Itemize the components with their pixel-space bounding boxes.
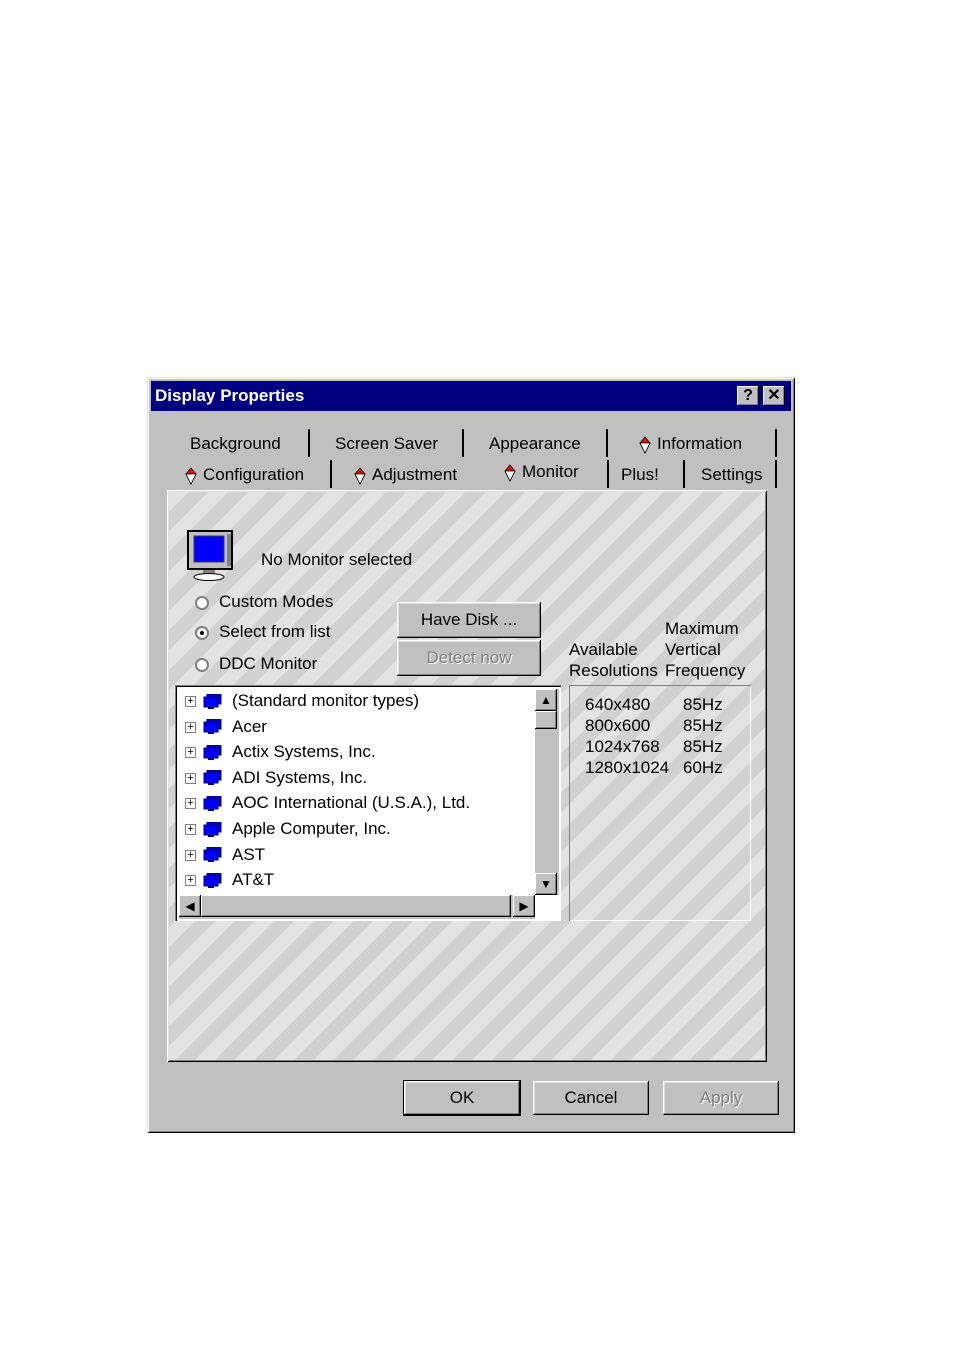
expand-icon[interactable]: + xyxy=(185,875,196,887)
tab-settings[interactable]: Settings xyxy=(701,460,762,490)
window-title: Display Properties xyxy=(155,386,305,405)
monitor-tab-panel: No Monitor selected Custom Modes Select … xyxy=(167,490,767,1062)
tab-divider xyxy=(607,460,609,488)
scroll-down-button[interactable]: ▼ xyxy=(535,873,557,895)
scroll-left-button[interactable]: ◀ xyxy=(179,895,201,917)
expand-icon[interactable]: + xyxy=(185,696,196,708)
list-item-label: AST xyxy=(232,844,266,864)
list-item-label: AT&T xyxy=(232,870,275,890)
scroll-thumb[interactable] xyxy=(535,711,557,729)
radio-ddc-monitor[interactable] xyxy=(195,658,209,672)
scroll-up-button[interactable]: ▲ xyxy=(535,689,557,711)
frequency-value: 85Hz xyxy=(683,737,723,756)
monitor-folder-icon xyxy=(203,770,222,786)
tab-divider xyxy=(606,429,608,457)
frequency-value: 85Hz xyxy=(683,695,723,714)
monitor-folder-icon xyxy=(203,719,222,735)
scroll-right-button[interactable]: ▶ xyxy=(513,895,535,917)
diamond-icon xyxy=(185,466,197,485)
expand-icon[interactable]: + xyxy=(185,798,196,810)
list-item-label: ADI Systems, Inc. xyxy=(232,767,368,787)
scroll-thumb-horizontal[interactable] xyxy=(201,895,511,917)
display-properties-dialog: Display Properties ? ✕ Background Screen… xyxy=(147,377,795,1133)
list-item-label: (Standard monitor types) xyxy=(232,691,420,710)
monitor-icon xyxy=(187,530,233,581)
expand-icon[interactable]: + xyxy=(185,721,196,733)
tab-background[interactable]: Background xyxy=(190,429,281,459)
detect-now-button[interactable]: Detect now xyxy=(397,640,541,676)
radio-select-from-list[interactable] xyxy=(195,626,209,640)
expand-icon[interactable]: + xyxy=(185,772,196,784)
expand-icon[interactable]: + xyxy=(185,747,196,759)
cancel-button[interactable]: Cancel xyxy=(533,1081,649,1115)
frequency-value: 85Hz xyxy=(683,716,723,735)
tab-divider xyxy=(462,429,464,457)
tab-divider xyxy=(775,429,777,457)
monitor-list[interactable]: + (Standard monitor types) + Acer + Actix Sys… xyxy=(175,685,561,921)
list-item-label: AOC International (U.S.A.), Ltd. xyxy=(232,793,471,813)
res-header-available: Available xyxy=(569,640,638,659)
tab-plus[interactable]: Plus! xyxy=(621,460,659,490)
tab-configuration-label: Configuration xyxy=(203,465,305,484)
list-item[interactable]: + AOC International (U.S.A.), Ltd. xyxy=(185,791,470,815)
list-item[interactable]: + (Standard monitor types) xyxy=(185,689,419,713)
list-item[interactable]: + Actix Systems, Inc. xyxy=(185,740,376,764)
tab-adjustment-label: Adjustment xyxy=(372,465,458,484)
monitor-folder-icon xyxy=(203,872,222,888)
list-item[interactable]: + Acer xyxy=(185,715,267,739)
radio-custom-modes[interactable] xyxy=(195,596,209,610)
tab-monitor-label: Monitor xyxy=(522,462,579,481)
tab-divider xyxy=(683,460,685,488)
radio-ddc-monitor-label[interactable]: DDC Monitor xyxy=(219,654,317,674)
tab-appearance[interactable]: Appearance xyxy=(489,429,581,459)
tab-adjustment[interactable]: Adjustment xyxy=(354,460,457,490)
list-item-label: Apple Computer, Inc. xyxy=(232,819,391,838)
resolutions-box: 640x480 85Hz 800x600 85Hz 1024x768 85Hz 1280x1… xyxy=(569,685,751,921)
help-button[interactable]: ? xyxy=(737,386,759,406)
res-header-maximum: Maximum xyxy=(665,619,739,638)
title-bar[interactable]: Display Properties ? ✕ xyxy=(151,381,791,411)
monitor-status-text: No Monitor selected xyxy=(261,550,413,569)
diamond-icon xyxy=(504,463,516,482)
res-header-resolutions: Resolutions xyxy=(569,661,658,680)
tab-divider xyxy=(775,460,777,488)
expand-icon[interactable]: + xyxy=(185,824,196,836)
list-item[interactable]: + AST xyxy=(185,843,265,867)
tab-divider xyxy=(330,460,332,488)
vertical-scrollbar[interactable]: ▲ ▼ xyxy=(535,689,559,895)
monitor-folder-icon xyxy=(203,821,222,837)
res-header-vertical: Vertical xyxy=(665,640,721,659)
resolution-value: 800x600 xyxy=(585,716,651,735)
resolution-value: 1024x768 xyxy=(585,737,660,756)
list-item-label: Acer xyxy=(232,716,267,736)
tab-screen-saver[interactable]: Screen Saver xyxy=(335,429,438,459)
list-item[interactable]: + ADI Systems, Inc. xyxy=(185,766,367,790)
horizontal-scrollbar[interactable]: ◀ ▶ xyxy=(179,895,535,919)
tab-divider xyxy=(308,429,310,457)
list-item[interactable]: + Apple Computer, Inc. xyxy=(185,817,391,841)
radio-custom-modes-label[interactable]: Custom Modes xyxy=(219,592,333,612)
close-button[interactable]: ✕ xyxy=(763,386,785,406)
monitor-folder-icon xyxy=(203,693,222,709)
monitor-folder-icon xyxy=(203,795,222,811)
tab-information-label: Information xyxy=(657,434,743,453)
tab-monitor[interactable]: Monitor xyxy=(504,457,579,487)
tab-information[interactable]: Information xyxy=(639,429,742,459)
expand-icon[interactable]: + xyxy=(185,849,196,861)
apply-button[interactable]: Apply xyxy=(663,1081,779,1115)
tab-configuration[interactable]: Configuration xyxy=(185,460,304,490)
res-header-frequency: Frequency xyxy=(665,661,746,680)
diamond-icon xyxy=(354,466,366,485)
monitor-folder-icon xyxy=(203,847,222,863)
list-item[interactable]: + AT&T xyxy=(185,868,274,892)
monitor-folder-icon xyxy=(203,744,222,760)
radio-select-from-list-label[interactable]: Select from list xyxy=(219,622,330,642)
have-disk-button[interactable]: Have Disk ... xyxy=(397,602,541,638)
ok-button[interactable]: OK xyxy=(403,1080,521,1116)
list-item-label: Actix Systems, Inc. xyxy=(232,742,376,762)
resolution-value: 640x480 xyxy=(585,695,651,714)
resolution-value: 1280x1024 xyxy=(585,758,670,777)
frequency-value: 60Hz xyxy=(683,758,723,777)
diamond-icon xyxy=(639,435,651,454)
